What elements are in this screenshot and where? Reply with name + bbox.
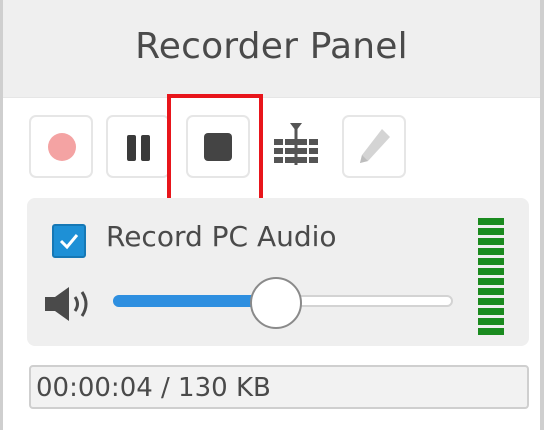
record-icon bbox=[48, 133, 76, 161]
level-meter-segment bbox=[478, 218, 504, 225]
level-meter-segment bbox=[478, 258, 504, 265]
stop-button-highlight bbox=[167, 94, 263, 204]
level-meter-segment bbox=[478, 228, 504, 235]
panel-border-right bbox=[540, 0, 544, 430]
annotate-button[interactable] bbox=[342, 115, 406, 178]
record-button[interactable] bbox=[29, 115, 93, 178]
level-meter-segment bbox=[478, 308, 504, 315]
level-meter-segment bbox=[478, 318, 504, 325]
level-meter-segment bbox=[478, 298, 504, 305]
level-meter-segment bbox=[478, 288, 504, 295]
trim-icon bbox=[274, 123, 318, 165]
speaker-icon bbox=[45, 287, 88, 321]
trim-button[interactable] bbox=[264, 115, 328, 178]
checkmark-icon bbox=[59, 234, 79, 250]
volume-slider-thumb[interactable] bbox=[250, 277, 302, 329]
recorder-panel: Recorder Panel Record PC Audio 00:00:04 … bbox=[0, 0, 544, 430]
level-meter-segment bbox=[478, 238, 504, 245]
level-meter-segment bbox=[478, 278, 504, 285]
record-pc-audio-checkbox[interactable] bbox=[52, 224, 86, 258]
level-meter-segment bbox=[478, 248, 504, 255]
recording-status: 00:00:04 / 130 KB bbox=[36, 373, 271, 403]
record-pc-audio-label: Record PC Audio bbox=[106, 220, 337, 253]
status-bar: 00:00:04 / 130 KB bbox=[29, 365, 529, 409]
level-meter-segment bbox=[478, 328, 504, 335]
audio-level-meter bbox=[478, 218, 504, 338]
audio-settings: Record PC Audio bbox=[27, 198, 529, 346]
panel-title: Recorder Panel bbox=[135, 26, 408, 67]
pen-icon bbox=[360, 129, 390, 163]
pause-button[interactable] bbox=[106, 115, 170, 178]
level-meter-segment bbox=[478, 268, 504, 275]
title-bar: Recorder Panel bbox=[3, 0, 540, 98]
